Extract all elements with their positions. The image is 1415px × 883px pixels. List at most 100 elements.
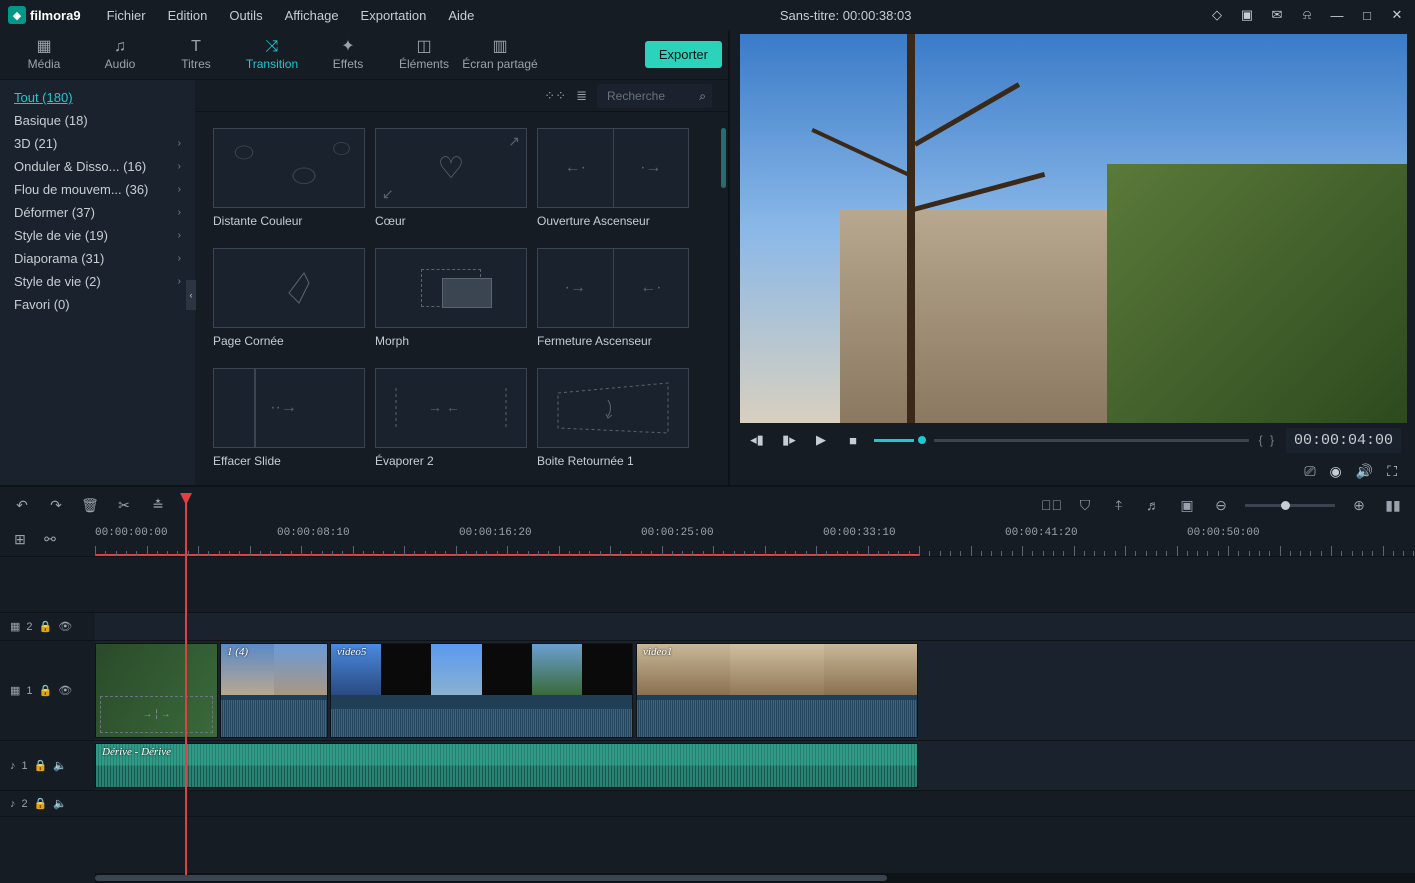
preview-settings-icon[interactable]: ⎚ — [1304, 463, 1315, 480]
elements-icon: ◫ — [416, 39, 431, 55]
media-icon: ▦ — [36, 39, 51, 55]
menu-help[interactable]: Aide — [438, 4, 484, 27]
tab-transition[interactable]: ⤨Transition — [234, 30, 310, 80]
message-icon[interactable]: ✉ — [1267, 5, 1287, 25]
tab-audio[interactable]: ♫Audio — [82, 30, 158, 80]
mute-icon[interactable]: 🔈 — [53, 797, 67, 810]
timeline-ruler[interactable]: 00:00:00:0000:00:08:1000:00:16:2000:00:2… — [95, 523, 1415, 556]
transition-thumb[interactable] — [375, 248, 527, 328]
tab-effects[interactable]: ✦Effets — [310, 30, 386, 80]
close-icon[interactable]: ✕ — [1387, 5, 1407, 25]
track-body-a2[interactable] — [95, 791, 1415, 816]
fullscreen-icon[interactable]: ⛶ — [1387, 463, 1397, 480]
track-body-v1[interactable]: 1 (1) → ¦ → 1 (4) video5 — [95, 641, 1415, 740]
sidebar-item-3[interactable]: Onduler & Disso... (16)› — [0, 155, 195, 178]
play-button[interactable]: ▶ — [810, 429, 832, 451]
timeline-h-scrollbar-track[interactable] — [95, 873, 1415, 883]
transition-thumb[interactable] — [537, 368, 689, 448]
voiceover-icon[interactable]: ⍏ — [1109, 497, 1129, 514]
tab-splitscreen[interactable]: ▥Écran partagé — [462, 30, 538, 80]
in-out-markers[interactable]: { } — [1259, 433, 1276, 447]
clip-video-2[interactable]: video5 — [330, 643, 633, 738]
lock-icon[interactable]: 🔒 — [34, 797, 48, 810]
sidebar-item-9[interactable]: Favori (0) — [0, 293, 195, 316]
volume-icon[interactable]: 🔊 — [1356, 463, 1373, 480]
zoom-in-icon[interactable]: ⊕ — [1349, 497, 1369, 514]
undo-button[interactable]: ↶ — [12, 497, 32, 514]
transition-thumb[interactable]: ··→ — [213, 368, 365, 448]
audio-track-icon: ♪ — [10, 760, 16, 772]
tab-titles[interactable]: TTitres — [158, 30, 234, 80]
zoom-out-icon[interactable]: ⊖ — [1211, 497, 1231, 514]
mic-icon[interactable]: ⍾ — [1297, 5, 1317, 25]
clip-transition-1[interactable]: 1 (1) → ¦ → — [95, 643, 218, 738]
timeline-layout-icon[interactable]: ▮▮ — [1383, 497, 1403, 514]
lock-icon[interactable]: 🔒 — [39, 684, 53, 697]
clip-audio-1[interactable]: Dérive - Dérive — [95, 743, 918, 788]
audio-mixer-icon[interactable]: ♬ — [1143, 497, 1163, 513]
sidebar-item-1[interactable]: Basique (18) — [0, 109, 195, 132]
add-track-icon[interactable]: ⊞ — [10, 531, 30, 548]
grid-scrollbar[interactable] — [721, 128, 726, 188]
menu-edit[interactable]: Edition — [158, 4, 218, 27]
render-preview-icon[interactable]: ▷⃝ — [1041, 497, 1061, 513]
split-button[interactable]: ✂ — [114, 497, 134, 514]
maximize-icon[interactable]: □ — [1357, 5, 1377, 25]
list-view-icon[interactable]: ≣ — [576, 88, 587, 104]
transition-thumb[interactable]: ♡ — [375, 128, 527, 208]
clip-label: 1 (4) — [227, 646, 248, 658]
clip-video-1[interactable]: 1 (4) — [220, 643, 328, 738]
progress-bar[interactable] — [874, 436, 1249, 444]
menu-tools[interactable]: Outils — [219, 4, 272, 27]
transition-thumb[interactable] — [213, 248, 365, 328]
clip-video-3[interactable]: video1 — [636, 643, 918, 738]
track-body-v2[interactable] — [95, 613, 1415, 640]
transition-item: ←··→Ouverture Ascenseur — [537, 128, 689, 228]
crop-icon[interactable]: ▣ — [1177, 497, 1197, 514]
mute-icon[interactable]: 🔈 — [53, 759, 67, 772]
playhead[interactable] — [185, 495, 187, 875]
transition-thumb[interactable] — [213, 128, 365, 208]
sidebar-item-5[interactable]: Déformer (37)› — [0, 201, 195, 224]
preview-viewport[interactable] — [740, 34, 1407, 423]
track-body-a1[interactable]: Dérive - Dérive — [95, 741, 1415, 790]
tab-elements[interactable]: ◫Éléments — [386, 30, 462, 80]
menu-export[interactable]: Exportation — [351, 4, 437, 27]
delete-button[interactable]: 🗑 — [80, 497, 100, 514]
title-prefix: Sans-titre: — [780, 8, 839, 23]
prev-frame-button[interactable]: ◂▮ — [746, 429, 768, 451]
stop-button[interactable]: ■ — [842, 429, 864, 451]
sidebar-item-4[interactable]: Flou de mouvem... (36)› — [0, 178, 195, 201]
tab-media[interactable]: ▦Média — [6, 30, 82, 80]
lock-icon[interactable]: 🔒 — [39, 620, 53, 633]
export-button[interactable]: Exporter — [645, 41, 722, 68]
timeline-h-scrollbar-thumb[interactable] — [95, 875, 887, 881]
adjust-button[interactable]: ≛ — [148, 497, 168, 514]
lock-icon[interactable]: 🔒 — [34, 759, 48, 772]
sidebar-item-7[interactable]: Diaporama (31)› — [0, 247, 195, 270]
zoom-slider[interactable] — [1245, 504, 1335, 507]
search-input[interactable] — [597, 84, 712, 108]
minimize-icon[interactable]: — — [1327, 5, 1347, 25]
search-icon[interactable]: ⌕ — [699, 89, 706, 104]
sidebar-item-8[interactable]: Style de vie (2)› — [0, 270, 195, 293]
sidebar-item-2[interactable]: 3D (21)› — [0, 132, 195, 155]
account-icon[interactable]: ◇ — [1207, 5, 1227, 25]
visibility-icon[interactable]: 👁 — [58, 620, 72, 633]
transition-thumb[interactable]: → ← — [375, 368, 527, 448]
next-frame-button[interactable]: ▮▸ — [778, 429, 800, 451]
marker-shield-icon[interactable]: ⛉ — [1075, 497, 1095, 514]
snapshot-icon[interactable]: ◉ — [1330, 463, 1342, 480]
visibility-icon[interactable]: 👁 — [58, 684, 72, 697]
save-icon[interactable]: ▣ — [1237, 5, 1257, 25]
sidebar-item-6[interactable]: Style de vie (19)› — [0, 224, 195, 247]
transition-thumb[interactable]: ←··→ — [537, 128, 689, 208]
menu-view[interactable]: Affichage — [275, 4, 349, 27]
sidebar-item-0[interactable]: Tout (180) — [0, 86, 195, 109]
sidebar-item-label: Style de vie (2) — [14, 274, 101, 289]
grid-view-icon[interactable]: ⁘⁘ — [544, 88, 566, 104]
menu-file[interactable]: Fichier — [97, 4, 156, 27]
redo-button[interactable]: ↷ — [46, 497, 66, 514]
transition-thumb[interactable]: ·→←· — [537, 248, 689, 328]
link-track-icon[interactable]: ⚯ — [40, 531, 60, 548]
